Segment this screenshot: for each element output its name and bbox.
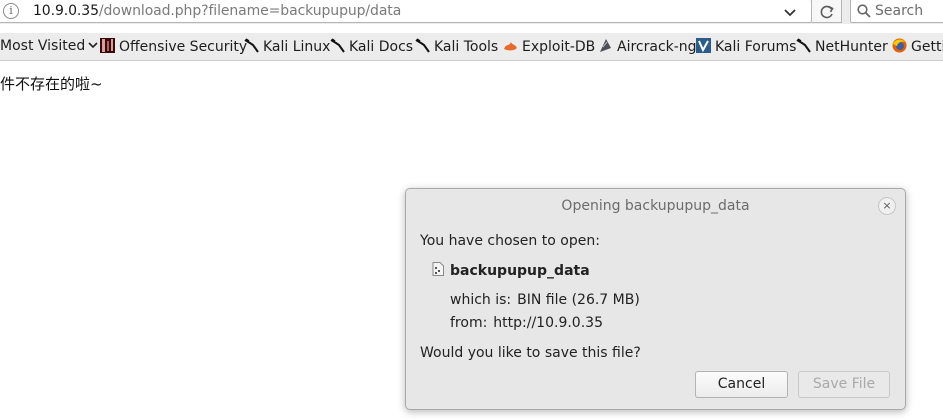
file-source-value: http://10.9.0.35 (493, 315, 603, 331)
file-type-row: which is: BIN file (26.7 MB) (450, 292, 640, 308)
chevron-down-icon[interactable] (781, 3, 799, 21)
bookmark-nethunter[interactable]: NetHunter (796, 38, 888, 55)
file-type-value: BIN file (26.7 MB) (517, 292, 640, 308)
bookmark-kali-tools[interactable]: Kali Tools (415, 38, 498, 55)
aircrack-icon (600, 39, 611, 52)
bookmark-label: NetHunter (815, 39, 888, 55)
bookmark-kali-docs[interactable]: Kali Docs (330, 38, 413, 55)
exploit-db-icon (504, 42, 517, 51)
url-text[interactable]: 10.9.0.35/download.php?filename=backupup… (33, 3, 401, 19)
bookmark-kali-forums[interactable]: Kali Forums (696, 38, 796, 55)
bookmark-kali-linux[interactable]: Kali Linux (244, 38, 330, 55)
browser-window: i 10.9.0.35/download.php?filename=backup… (0, 0, 943, 420)
bookmark-label: Most Visited (0, 38, 86, 54)
bookmark-most-visited[interactable]: Most Visited (0, 38, 98, 54)
bookmark-exploit-db[interactable]: Exploit-DB (503, 38, 595, 55)
reload-button[interactable] (812, 0, 842, 23)
bookmark-label: Kali Docs (349, 39, 414, 55)
save-question: Would you like to save this file? (420, 345, 641, 361)
bookmark-aircrack-ng[interactable]: Aircrack-ng (598, 38, 697, 55)
search-icon (857, 4, 871, 18)
url-bar[interactable]: i 10.9.0.35/download.php?filename=backup… (0, 0, 812, 23)
file-type-label: which is: (450, 292, 512, 308)
site-info-icon[interactable]: i (3, 3, 19, 19)
url-path: /download.php?filename=backupupup/data (98, 3, 402, 19)
page-message: 件不存在的啦~ (0, 75, 103, 93)
dialog-close-button[interactable]: × (878, 197, 896, 215)
save-file-button[interactable]: Save File (798, 371, 890, 398)
file-source-row: from: http://10.9.0.35 (450, 315, 603, 331)
bookmark-label: Exploit-DB (522, 39, 596, 55)
bookmark-label: Kali Tools (434, 39, 499, 55)
kali-forums-icon (696, 38, 711, 53)
chosen-label: You have chosen to open: (420, 233, 600, 249)
close-icon: × (882, 199, 892, 212)
bookmark-label: Kali Linux (263, 39, 331, 55)
kali-dragon-icon (244, 38, 259, 53)
bookmark-getting-started[interactable]: Getting Started (892, 38, 943, 55)
reload-icon (820, 5, 834, 19)
bookmark-label: Kali Forums (715, 39, 797, 55)
bookmark-label: Getting Started (911, 39, 943, 55)
chevron-down-icon (88, 42, 98, 49)
bookmark-label: Offensive Security (119, 39, 248, 55)
kali-dragon-icon (415, 38, 430, 53)
cancel-button[interactable]: Cancel (695, 371, 788, 398)
search-placeholder: Search (875, 3, 924, 19)
download-dialog: Opening backupupup_data × You have chose… (405, 188, 906, 410)
url-host: 10.9.0.35 (33, 3, 99, 19)
file-source-label: from: (450, 315, 488, 331)
bookmark-label: Aircrack-ng (617, 39, 697, 55)
file-icon (432, 262, 444, 276)
dialog-title: Opening backupupup_data (561, 198, 750, 214)
search-bar[interactable]: Search (850, 0, 943, 23)
bookmarks-toolbar: Most Visited Offensive Security Kali Lin… (0, 33, 943, 61)
file-name: backupupup_data (450, 263, 590, 279)
kali-dragon-icon (796, 38, 811, 53)
bookmark-offensive-security[interactable]: Offensive Security (100, 38, 247, 55)
firefox-icon (892, 38, 907, 53)
kali-dragon-icon (330, 38, 345, 53)
navigation-bar: i 10.9.0.35/download.php?filename=backup… (0, 0, 943, 24)
offensive-security-icon (100, 38, 115, 53)
